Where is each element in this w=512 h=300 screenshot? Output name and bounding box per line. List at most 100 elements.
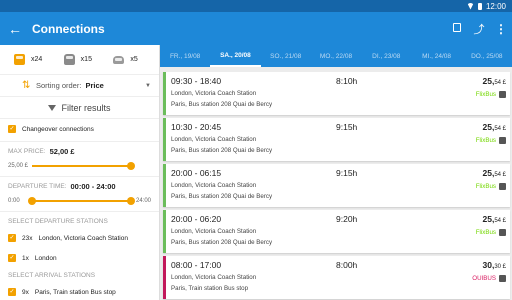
mode-car-count: x5: [130, 56, 138, 63]
connection-to: Paris, Bus station 208 Quai de Bercy: [171, 147, 273, 154]
connection-duration: 8:10h: [336, 76, 358, 86]
car-icon: [113, 55, 125, 64]
mode-train[interactable]: x15: [63, 54, 110, 65]
arrival-stations-label: SELECT ARRIVAL STATIONS: [8, 271, 96, 279]
max-price-label: MAX PRICE: 52,00 £: [0, 144, 159, 158]
tab-date[interactable]: MO., 22/08: [311, 45, 361, 67]
connection-duration: 9:20h: [336, 214, 358, 224]
sorting-label: Sorting order:: [36, 81, 82, 90]
more-vert-icon[interactable]: ⋮: [490, 22, 512, 36]
tab-date[interactable]: SO., 21/08: [261, 45, 311, 67]
departure-station-checkbox[interactable]: ✓ 23x London, Victoria Coach Station: [0, 228, 159, 248]
page-title: Connections: [32, 21, 105, 36]
checkbox-checked-icon: ✓: [8, 125, 16, 133]
connection-price: 25,54 £: [482, 168, 506, 178]
share-icon[interactable]: ⤴: [468, 21, 490, 37]
connection-price: 25,54 £: [482, 214, 506, 224]
bus-icon: [499, 183, 506, 190]
connection-time: 10:30 - 20:45: [171, 122, 222, 132]
connection-from: London, Victoria Coach Station: [171, 136, 257, 143]
bus-icon: [499, 229, 506, 236]
connection-time: 08:00 - 17:00: [171, 260, 222, 270]
max-price-slider[interactable]: 25,00 £: [8, 158, 151, 174]
station-count: 1x: [22, 254, 29, 262]
checkbox-checked-icon: ✓: [8, 234, 16, 242]
transport-modes: x24 x15 x5: [0, 45, 159, 75]
bus-icon: [499, 91, 506, 98]
max-price-value: 52,00 £: [49, 146, 75, 156]
wifi-icon: [466, 2, 474, 10]
divider: [0, 211, 159, 212]
operator-label: FlixBus: [475, 137, 496, 144]
connection-time: 20:00 - 06:15: [171, 168, 222, 178]
station-name: Paris, Train station Bus stop: [34, 288, 116, 296]
changeover-label: Changeover connections: [22, 125, 94, 133]
departure-time-thumb-to[interactable]: [127, 197, 135, 205]
tab-date[interactable]: FR., 19/08: [160, 45, 210, 67]
connection-card[interactable]: 09:30 - 18:40 8:10h 25,54 £ London, Vict…: [163, 72, 510, 115]
divider: [0, 141, 159, 142]
station-name: London, Victoria Coach Station: [38, 234, 128, 242]
divider: [0, 176, 159, 177]
arrow-back-icon[interactable]: ←: [0, 21, 30, 37]
filter-icon: [48, 104, 57, 111]
departure-time-thumb-from[interactable]: [28, 197, 36, 205]
connection-from: London, Victoria Coach Station: [171, 274, 257, 281]
departure-time-caption: DEPARTURE TIME:: [8, 182, 67, 190]
operator-label: FlixBus: [475, 183, 496, 190]
departure-time-value: 00:00 - 24:00: [70, 181, 116, 191]
max-price-min: 25,00 £: [8, 163, 29, 169]
mode-car[interactable]: x5: [113, 55, 159, 64]
operator-label: FlixBus: [475, 91, 496, 98]
connection-list: 09:30 - 18:40 8:10h 25,54 £ London, Vict…: [160, 67, 512, 299]
connection-from: London, Victoria Coach Station: [171, 182, 257, 189]
connection-price: 25,54 £: [482, 76, 506, 86]
connection-time: 09:30 - 18:40: [171, 76, 222, 86]
mode-bus[interactable]: x24: [14, 54, 60, 65]
departure-station-checkbox[interactable]: ✓ 1x London: [0, 248, 159, 268]
app-bar: ← Connections ⤴ ⋮: [0, 12, 512, 45]
connection-to: Paris, Bus station 208 Quai de Bercy: [171, 193, 273, 200]
mode-bus-count: x24: [31, 56, 43, 63]
connection-to: Paris, Bus station 208 Quai de Bercy: [171, 239, 273, 246]
operator-label: FlixBus: [475, 229, 496, 236]
sorting-value: Price: [85, 81, 104, 90]
bus-icon: [499, 137, 506, 144]
departure-time-slider[interactable]: 0:00 24:00: [8, 193, 151, 209]
max-price-thumb[interactable]: [127, 162, 135, 170]
departure-time-track[interactable]: [28, 197, 135, 205]
connection-duration: 9:15h: [336, 168, 358, 178]
status-time: 12:00: [485, 1, 506, 11]
connection-card[interactable]: 10:30 - 20:45 9:15h 25,54 £ London, Vict…: [163, 118, 510, 161]
arrival-station-checkbox[interactable]: ✓ 9x Paris, Train station Bus stop: [0, 282, 159, 300]
battery-icon: [477, 2, 482, 10]
connection-to: Paris, Train station Bus stop: [171, 285, 249, 292]
date-tabs: FR., 19/08 SA., 20/08 SO., 21/08 MO., 22…: [160, 45, 512, 67]
map-icon[interactable]: [446, 22, 468, 35]
connection-card[interactable]: 20:00 - 06:20 9:20h 25,54 £ London, Vict…: [163, 210, 510, 253]
changeover-checkbox[interactable]: ✓ Changeover connections: [0, 119, 159, 139]
tab-date[interactable]: DI., 23/08: [361, 45, 411, 67]
max-price-track[interactable]: [32, 162, 135, 170]
status-bar: 12:00: [0, 0, 512, 12]
bus-icon: [14, 54, 25, 65]
station-name: London: [34, 254, 57, 262]
tab-date[interactable]: MI., 24/08: [411, 45, 461, 67]
operator-label: OUIBUS: [472, 275, 496, 282]
connection-to: Paris, Bus station 208 Quai de Bercy: [171, 101, 273, 108]
departure-stations-label: SELECT DEPARTURE STATIONS: [8, 217, 108, 225]
connection-card[interactable]: 20:00 - 06:15 9:15h 25,54 £ London, Vict…: [163, 164, 510, 207]
sorting-order-select[interactable]: ⇅ Sorting order: Price ▼: [0, 75, 159, 97]
connection-duration: 9:15h: [336, 122, 358, 132]
max-price-caption: MAX PRICE:: [8, 147, 46, 155]
results-panel: FR., 19/08 SA., 20/08 SO., 21/08 MO., 22…: [160, 45, 512, 300]
station-count: 9x: [22, 288, 29, 296]
connection-card[interactable]: 08:00 - 17:00 8:00h 30,30 £ London, Vict…: [163, 256, 510, 299]
tab-date[interactable]: SA., 20/08: [210, 45, 261, 67]
departure-time-max: 24:00: [135, 198, 151, 204]
tab-date[interactable]: DO., 25/08: [462, 45, 512, 67]
connection-from: London, Victoria Coach Station: [171, 228, 257, 235]
bus-icon: [499, 275, 506, 282]
station-count: 23x: [22, 234, 33, 242]
departure-time-min: 0:00: [8, 198, 20, 204]
